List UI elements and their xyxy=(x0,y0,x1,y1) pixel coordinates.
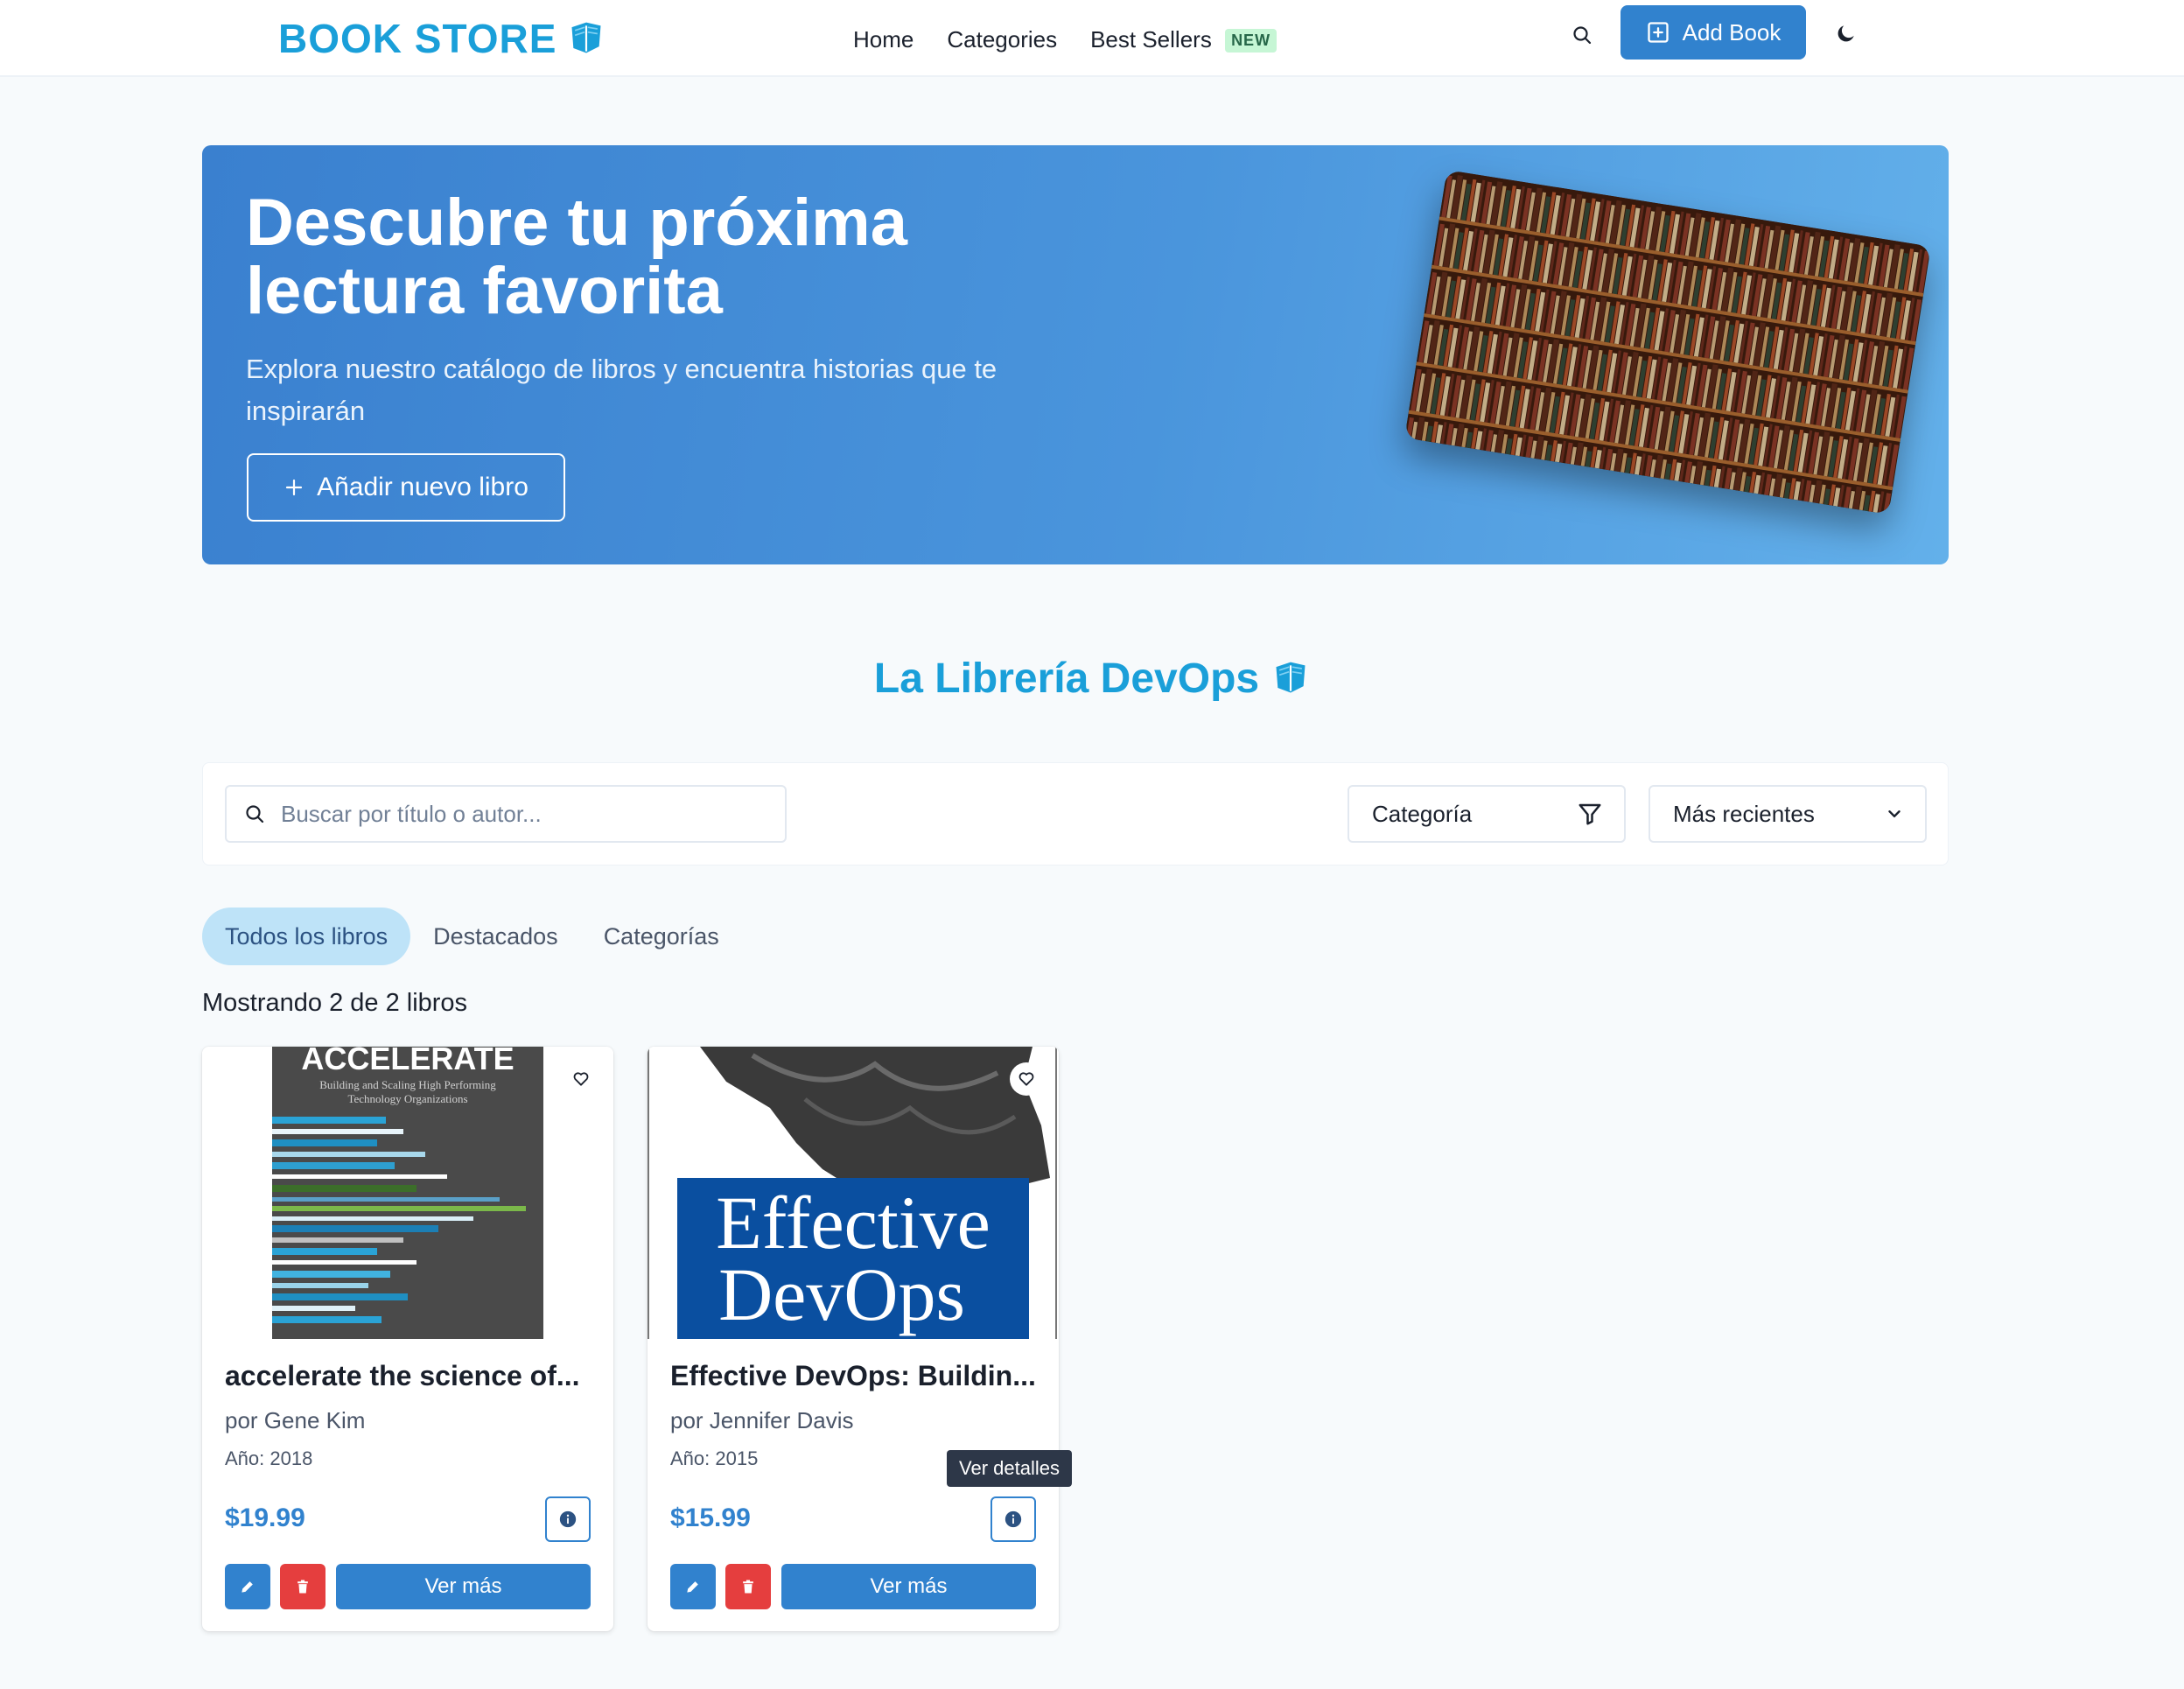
pencil-icon xyxy=(242,1581,253,1593)
cover-subtitle-line-1: Building and Scaling High Performing xyxy=(319,1078,496,1091)
book-card[interactable]: Effective DevOps Effective DevOps: Build… xyxy=(648,1047,1059,1631)
nav-link-best-sellers-label: Best Sellers xyxy=(1090,25,1212,53)
filter-icon xyxy=(1578,803,1601,825)
cover-subtitle-line-2: Technology Organizations xyxy=(347,1092,467,1105)
tab-all-books[interactable]: Todos los libros xyxy=(202,908,411,965)
category-select[interactable]: Categoría xyxy=(1348,785,1626,843)
add-book-label: Add Book xyxy=(1682,18,1782,46)
book-icon xyxy=(1276,662,1306,693)
info-icon xyxy=(559,1510,577,1528)
view-more-button[interactable]: Ver más xyxy=(781,1564,1036,1609)
edit-button[interactable] xyxy=(225,1564,270,1609)
plus-square-icon xyxy=(1647,22,1669,43)
bookshelf-image xyxy=(1404,170,1931,515)
sort-select[interactable]: Más recientes xyxy=(1648,785,1927,843)
edit-button[interactable] xyxy=(670,1564,716,1609)
hero-title-line-1: Descubre tu próxima xyxy=(246,186,907,260)
nav-search-button[interactable] xyxy=(1566,19,1598,51)
book-title[interactable]: Effective DevOps: Buildin... xyxy=(670,1360,1038,1392)
search-icon xyxy=(1573,26,1592,45)
hero-title: Descubre tu próxima lectura favorita xyxy=(246,189,1033,326)
sort-select-label: Más recientes xyxy=(1673,800,1815,827)
book-author: por Gene Kim xyxy=(225,1407,366,1433)
favorite-button[interactable] xyxy=(564,1062,598,1096)
cover-title: ACCELERATE xyxy=(301,1047,514,1076)
filter-bar: Categoría Más recientes xyxy=(202,762,1949,866)
top-navbar: BOOK STORE Home Categories Best Sellers … xyxy=(0,0,2184,77)
hero-banner: Descubre tu próxima lectura favorita Exp… xyxy=(202,145,1949,564)
new-badge: NEW xyxy=(1225,29,1278,53)
tab-featured[interactable]: Destacados xyxy=(410,908,581,965)
section-title: La Librería DevOps xyxy=(0,648,2184,709)
plus-icon xyxy=(285,479,303,496)
details-button[interactable] xyxy=(545,1496,591,1542)
chevron-down-icon xyxy=(1888,810,1900,817)
moon-icon xyxy=(1838,25,1854,42)
brand-name: BOOK STORE xyxy=(278,16,557,61)
favorite-button[interactable] xyxy=(1010,1062,1043,1096)
book-author: por Jennifer Davis xyxy=(670,1407,854,1433)
info-icon xyxy=(1004,1510,1022,1528)
search-icon xyxy=(246,805,264,823)
book-price: $15.99 xyxy=(670,1503,751,1532)
nav-link-home[interactable]: Home xyxy=(853,26,914,53)
book-card[interactable]: ACCELERATE Building and Scaling High Per… xyxy=(202,1047,613,1631)
cover-title-line-2: DevOps xyxy=(718,1252,965,1336)
trash-icon xyxy=(298,1580,308,1594)
search-input[interactable] xyxy=(281,800,771,828)
details-tooltip: Ver detalles xyxy=(947,1450,1072,1487)
hero-subtitle: Explora nuestro catálogo de libros y enc… xyxy=(246,354,998,426)
delete-button[interactable] xyxy=(725,1564,771,1609)
category-select-label: Categoría xyxy=(1372,800,1473,827)
add-book-button[interactable]: Add Book xyxy=(1620,5,1806,60)
view-more-button[interactable]: Ver más xyxy=(336,1564,591,1609)
book-cover: Effective DevOps xyxy=(648,1047,1059,1339)
nav-link-best-sellers[interactable]: Best Sellers NEW xyxy=(1090,25,1278,53)
hero-title-line-2: lectura favorita xyxy=(246,254,723,328)
heart-icon xyxy=(1018,1072,1034,1086)
book-year: Año: 2015 xyxy=(670,1447,759,1469)
book-tabs: Todos los libros Destacados Categorías xyxy=(202,908,742,965)
book-price: $19.99 xyxy=(225,1503,305,1532)
pencil-icon xyxy=(687,1581,698,1593)
book-icon xyxy=(571,22,601,53)
delete-button[interactable] xyxy=(280,1564,326,1609)
heart-icon xyxy=(573,1072,589,1086)
results-count: Mostrando 2 de 2 libros xyxy=(202,989,468,1017)
nav-link-categories[interactable]: Categories xyxy=(947,26,1057,53)
search-field[interactable] xyxy=(225,785,787,843)
add-new-book-label: Añadir nuevo libro xyxy=(317,473,528,501)
theme-toggle-button[interactable] xyxy=(1830,18,1862,49)
brand-logo[interactable]: BOOK STORE xyxy=(278,12,606,65)
trash-icon xyxy=(743,1580,753,1594)
add-new-book-button[interactable]: Añadir nuevo libro xyxy=(247,453,565,522)
book-year: Año: 2018 xyxy=(225,1447,313,1469)
section-title-text: La Librería DevOps xyxy=(873,655,1260,702)
book-cover: ACCELERATE Building and Scaling High Per… xyxy=(202,1047,613,1339)
book-title[interactable]: accelerate the science of... xyxy=(225,1360,592,1392)
main-nav: Home Categories Best Sellers NEW xyxy=(853,16,1278,63)
details-button[interactable] xyxy=(990,1496,1036,1542)
tab-categories[interactable]: Categorías xyxy=(581,908,742,965)
